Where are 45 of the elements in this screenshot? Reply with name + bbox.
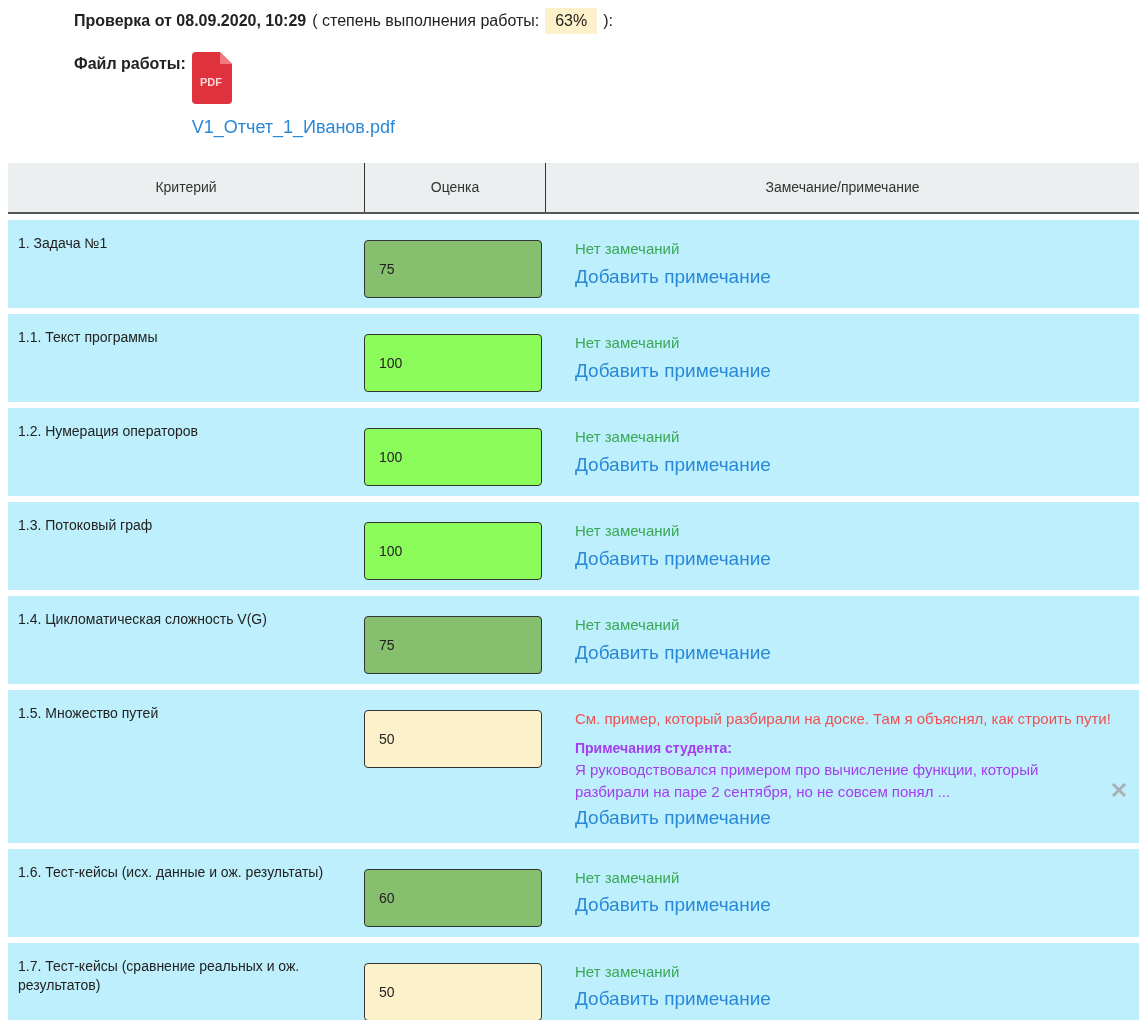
criterion-text: 1.2. Нумерация операторов [17, 422, 199, 441]
check-title: Проверка от 08.09.2020, 10:29 [74, 11, 307, 31]
file-label: Файл работы: [74, 54, 186, 74]
score-field[interactable]: 100 [364, 428, 542, 486]
add-note-link[interactable]: Добавить примечание [575, 985, 771, 1014]
progress-value: 63% [545, 8, 598, 34]
file-link[interactable]: V1_Отчет_1_Иванов.pdf [191, 114, 395, 141]
score-field[interactable]: 60 [364, 868, 542, 927]
add-note-link[interactable]: Добавить примечание [575, 544, 771, 573]
criterion-text: 1.4. Цикломатическая сложность V(G) [17, 610, 268, 629]
score-field[interactable]: 100 [364, 334, 542, 392]
student-note-text: Я руководствовался примером про вычисление функции, который разбирали на паре 2 сентября, но не совсем понял ... [575, 759, 1040, 802]
no-remarks-text: Нет замечаний [575, 867, 681, 888]
criterion-text: 1.3. Потоковый граф [17, 516, 154, 535]
add-note-link[interactable]: Добавить примечание [575, 356, 771, 385]
no-remarks-text: Нет замечаний [575, 615, 681, 635]
add-note-link[interactable]: Добавить примечание [575, 638, 771, 667]
criterion-text: 1.1. Текст программы [17, 328, 159, 347]
score-field[interactable]: 50 [364, 710, 542, 768]
criterion-text: 1.5. Множество путей [17, 704, 160, 723]
add-note-link[interactable]: Добавить примечание [575, 262, 771, 291]
no-remarks-text: Нет замечаний [575, 521, 681, 541]
student-notes-label: Примечания студента: [575, 738, 733, 758]
close-icon[interactable] [1111, 782, 1127, 799]
closing-paren: ): [603, 11, 613, 31]
teacher-remark: См. пример, который разбирали на доске. Там я объяснял, как строить пути! [575, 709, 1112, 729]
add-note-link[interactable]: Добавить примечание [575, 450, 771, 479]
score-field[interactable]: 75 [364, 240, 542, 298]
criterion-text: 1.7. Тест-кейсы (сравнение реальных и ож. результатов) [17, 956, 301, 996]
no-remarks-text: Нет замечаний [575, 333, 681, 353]
no-remarks-text: Нет замечаний [575, 239, 681, 259]
no-remarks-text: Нет замечаний [575, 427, 681, 447]
pdf-file-icon[interactable]: PDF [191, 52, 232, 104]
score-field[interactable]: 100 [364, 522, 542, 580]
no-remarks-text: Нет замечаний [575, 961, 681, 982]
column-header: Замечание/примечание [545, 163, 1139, 212]
progress-label: ( степень выполнения работы: [312, 11, 540, 31]
column-header: Критерий [154, 178, 218, 197]
score-field[interactable]: 50 [364, 962, 542, 1020]
column-header: Оценка [364, 163, 545, 212]
add-note-link[interactable]: Добавить примечание [575, 891, 771, 920]
score-field[interactable]: 75 [364, 616, 542, 674]
criterion-text: 1. Задача №1 [17, 234, 109, 253]
add-note-link[interactable]: Добавить примечание [575, 804, 771, 833]
criterion-text: 1.6. Тест-кейсы (исх. данные и ож. результаты) [17, 862, 325, 882]
